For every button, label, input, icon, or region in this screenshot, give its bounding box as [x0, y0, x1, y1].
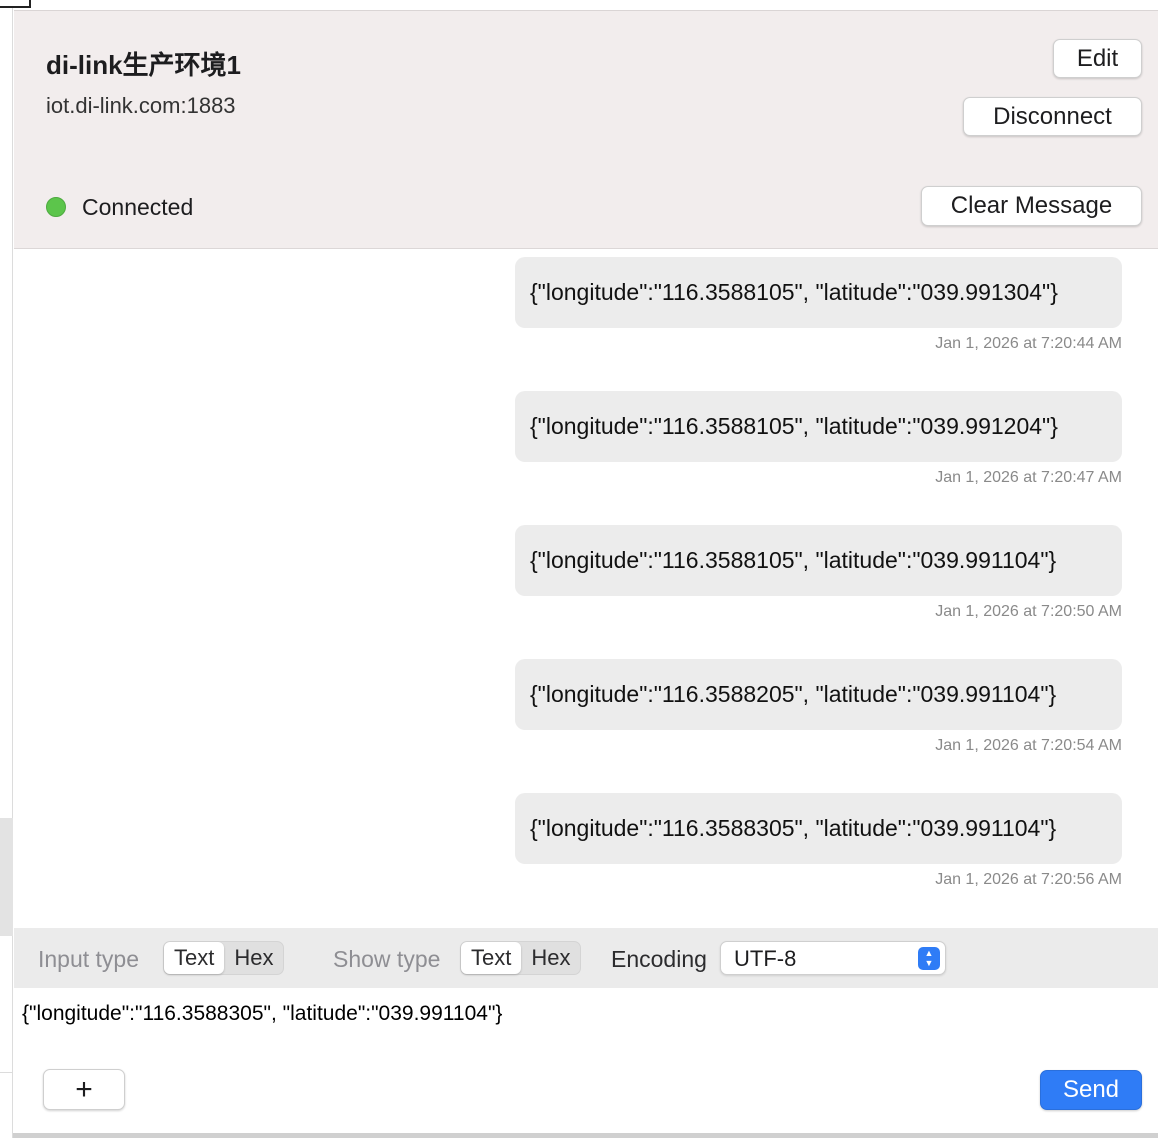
connection-header: di-link生产环境1 iot.di-link.com:1883 Connec… [14, 10, 1158, 249]
disconnect-button[interactable]: Disconnect [963, 97, 1142, 136]
input-type-label: Input type [38, 946, 140, 972]
message-input[interactable] [22, 998, 1142, 1030]
status-dot-icon [46, 197, 66, 217]
encoding-select[interactable]: UTF-8 ▲ ▼ [720, 941, 946, 975]
show-type-text-option[interactable]: Text [461, 942, 522, 974]
connection-status: Connected [82, 194, 194, 220]
composer: + Send [14, 988, 1158, 1133]
connection-host: iot.di-link.com:1883 [46, 93, 236, 118]
chevron-up-down-icon: ▲ ▼ [918, 947, 940, 970]
show-type-hex-option[interactable]: Hex [521, 942, 580, 974]
message-bubble[interactable]: {"longitude":"116.3588105", "latitude":"… [515, 525, 1122, 596]
input-type-text-option[interactable]: Text [164, 942, 225, 974]
send-button[interactable]: Send [1040, 1070, 1142, 1110]
message-bubble[interactable]: {"longitude":"116.3588205", "latitude":"… [515, 659, 1122, 730]
edit-button[interactable]: Edit [1053, 39, 1142, 78]
left-pane-scrollbar[interactable] [0, 818, 13, 936]
message-list[interactable]: {"longitude":"116.3588105", "latitude":"… [14, 250, 1158, 928]
window-bottom-edge [13, 1133, 1158, 1138]
window-corner-fragment [0, 0, 31, 8]
plus-icon[interactable]: + [43, 1069, 125, 1110]
input-type-hex-option[interactable]: Hex [224, 942, 283, 974]
clear-message-button[interactable]: Clear Message [921, 186, 1142, 226]
input-type-segmented-control[interactable]: Text Hex [163, 941, 285, 975]
encoding-label: Encoding [611, 946, 707, 972]
message-bubble[interactable]: {"longitude":"116.3588105", "latitude":"… [515, 391, 1122, 462]
encoding-select-value: UTF-8 [734, 946, 797, 971]
connection-name: di-link生产环境1 [46, 50, 242, 80]
show-type-label: Show type [333, 946, 441, 972]
left-pane-divider [0, 1072, 13, 1073]
format-toolbar: Input type Text Hex Show type Text Hex E… [14, 928, 1158, 988]
message-timestamp: Jan 1, 2026 at 7:20:47 AM [935, 469, 1122, 486]
left-pane-edge [0, 0, 13, 1138]
show-type-segmented-control[interactable]: Text Hex [460, 941, 582, 975]
message-bubble[interactable]: {"longitude":"116.3588305", "latitude":"… [515, 793, 1122, 864]
message-bubble[interactable]: {"longitude":"116.3588105", "latitude":"… [515, 257, 1122, 328]
mqtt-client-window: di-link生产环境1 iot.di-link.com:1883 Connec… [0, 0, 1158, 1138]
message-timestamp: Jan 1, 2026 at 7:20:50 AM [935, 603, 1122, 620]
message-timestamp: Jan 1, 2026 at 7:20:56 AM [935, 871, 1122, 888]
message-timestamp: Jan 1, 2026 at 7:20:54 AM [935, 737, 1122, 754]
message-timestamp: Jan 1, 2026 at 7:20:44 AM [935, 335, 1122, 352]
